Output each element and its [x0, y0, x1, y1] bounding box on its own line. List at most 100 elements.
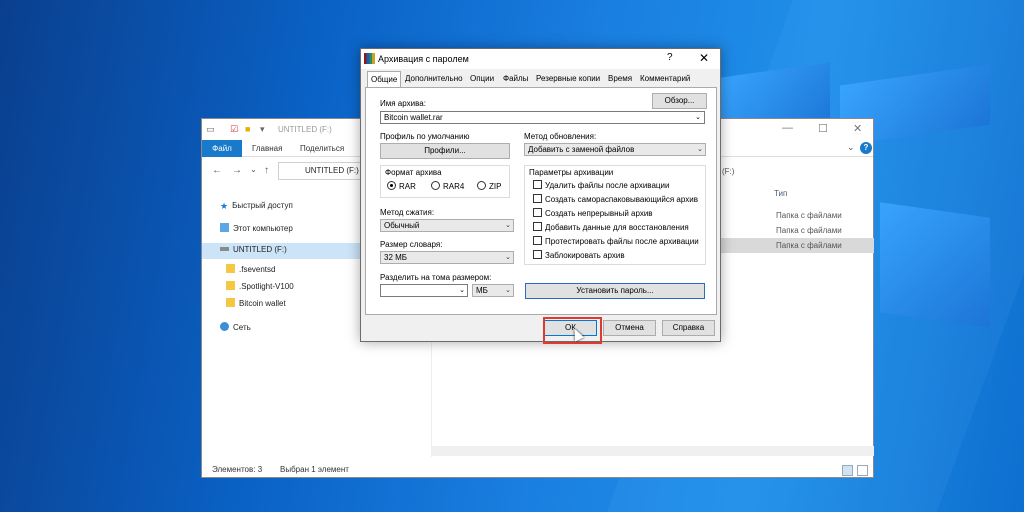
address-right-label: (F:)	[722, 167, 735, 176]
type-cell: Папка с файлами	[776, 241, 842, 250]
dictionary-select[interactable]: 32 МБ ⌄	[380, 251, 514, 264]
tab-backup[interactable]: Резервные копии	[536, 74, 600, 87]
help-icon[interactable]: ?	[860, 142, 872, 154]
param-label: Удалить файлы после архивации	[545, 181, 670, 190]
sidebar-item-folder[interactable]: .fseventsd	[226, 264, 275, 274]
archive-params-group: Параметры архивации Удалить файлы после …	[524, 165, 706, 265]
delete-files-checkbox[interactable]	[533, 180, 542, 189]
chevron-down-icon[interactable]: ⌄	[695, 112, 701, 123]
general-panel: Имя архива: Обзор... Bitcoin wallet.rar …	[365, 87, 717, 315]
up-icon[interactable]: ↑	[264, 165, 269, 176]
sidebar-item-quick-access[interactable]: ★ Быстрый доступ	[220, 201, 293, 211]
maximize-icon[interactable]: ☐	[818, 122, 828, 135]
tab-file[interactable]: Файл	[202, 140, 242, 157]
tab-general[interactable]: Общие	[367, 71, 402, 88]
param-label: Создать самораспаковывающийся архив	[545, 195, 698, 204]
folder-icon	[226, 264, 235, 273]
chevron-down-icon: ⌄	[505, 287, 511, 294]
sidebar-item-this-pc[interactable]: Этот компьютер	[220, 223, 293, 233]
computer-icon	[220, 223, 229, 232]
sfx-checkbox[interactable]	[533, 194, 542, 203]
chevron-down-icon[interactable]: ⌄	[250, 165, 257, 174]
archive-format-label: Формат архива	[385, 168, 442, 177]
status-item-count: Элементов: 3	[212, 465, 263, 474]
column-header-type[interactable]: Тип	[774, 189, 787, 198]
chevron-down-icon[interactable]: ⌄	[459, 285, 465, 296]
compression-select[interactable]: Обычный ⌄	[380, 219, 514, 232]
help-icon[interactable]: ?	[667, 52, 673, 63]
format-rar4-label: RAR4	[443, 182, 465, 191]
tab-comment[interactable]: Комментарий	[640, 74, 690, 87]
large-icons-view-icon[interactable]	[857, 465, 868, 476]
type-cell: Папка с файлами	[776, 211, 842, 220]
dialog-titlebar: Архивация с паролем ? ✕	[361, 49, 720, 69]
help-button[interactable]: Справка	[662, 320, 715, 336]
dialog-tabs: Общие Дополнительно Опции Файлы Резервны…	[365, 71, 717, 88]
new-folder-icon[interactable]: ■	[245, 124, 250, 134]
archive-format-group: Формат архива RAR RAR4 ZIP	[380, 165, 510, 198]
sidebar-item-folder[interactable]: Bitcoin wallet	[226, 298, 286, 308]
sidebar-item-folder[interactable]: .Spotlight-V100	[226, 281, 294, 291]
chevron-down-icon: ⌄	[505, 222, 511, 229]
update-method-label: Метод обновления:	[524, 132, 597, 141]
folder-icon	[226, 281, 235, 290]
properties-icon[interactable]: ☑	[230, 124, 238, 135]
drive-icon	[220, 247, 229, 251]
tab-time[interactable]: Время	[608, 74, 632, 87]
tab-advanced[interactable]: Дополнительно	[405, 74, 463, 87]
test-files-checkbox[interactable]	[533, 236, 542, 245]
winrar-icon	[364, 53, 375, 64]
format-rar-radio[interactable]	[387, 181, 396, 190]
format-rar4-radio[interactable]	[431, 181, 440, 190]
chevron-down-icon[interactable]: ▾	[260, 124, 265, 135]
folder-icon	[226, 298, 235, 307]
archive-name-label: Имя архива:	[380, 99, 426, 108]
star-icon: ★	[220, 201, 229, 211]
set-password-button[interactable]: Установить пароль...	[525, 283, 705, 299]
archive-params-label: Параметры архивации	[529, 168, 614, 177]
horizontal-scrollbar[interactable]	[431, 446, 874, 456]
forward-icon[interactable]: →	[232, 165, 242, 176]
format-rar-label: RAR	[399, 182, 416, 191]
minimize-icon[interactable]: —	[782, 122, 793, 134]
archive-dialog: Архивация с паролем ? ✕ Общие Дополнител…	[360, 48, 721, 342]
browse-button[interactable]: Обзор...	[652, 93, 707, 109]
details-view-icon[interactable]	[842, 465, 853, 476]
dialog-title: Архивация с паролем	[378, 54, 469, 64]
drive-icon: ▭	[206, 124, 215, 134]
sidebar-item-drive[interactable]: UNTITLED (F:)	[220, 245, 287, 254]
param-label: Добавить данные для восстановления	[545, 223, 689, 232]
status-selected: Выбран 1 элемент	[280, 465, 349, 474]
close-icon[interactable]: ✕	[853, 122, 862, 135]
archive-name-input[interactable]: Bitcoin wallet.rar ⌄	[380, 111, 705, 124]
tab-files[interactable]: Файлы	[503, 74, 528, 87]
split-size-input[interactable]: ⌄	[380, 284, 468, 297]
chevron-down-icon[interactable]: ⌄	[847, 142, 855, 153]
windows-logo-pane	[880, 202, 990, 328]
address-input[interactable]: UNTITLED (F:)	[278, 162, 364, 180]
status-bar: Элементов: 3 Выбран 1 элемент	[202, 461, 873, 478]
chevron-down-icon: ⌄	[505, 254, 511, 261]
format-zip-radio[interactable]	[477, 181, 486, 190]
recovery-checkbox[interactable]	[533, 222, 542, 231]
param-label: Протестировать файлы после архивации	[545, 237, 699, 246]
tab-options[interactable]: Опции	[470, 74, 494, 87]
explorer-title: UNTITLED (F:)	[278, 125, 332, 134]
cancel-button[interactable]: Отмена	[603, 320, 656, 336]
split-label: Разделить на тома размером:	[380, 273, 492, 282]
solid-checkbox[interactable]	[533, 208, 542, 217]
dictionary-label: Размер словаря:	[380, 240, 443, 249]
split-unit-select[interactable]: МБ ⌄	[472, 284, 514, 297]
tab-share[interactable]: Поделиться	[300, 144, 344, 153]
close-icon[interactable]: ✕	[699, 51, 709, 65]
format-zip-label: ZIP	[489, 182, 502, 191]
param-label: Заблокировать архив	[545, 251, 625, 260]
profiles-button[interactable]: Профили...	[380, 143, 510, 159]
lock-archive-checkbox[interactable]	[533, 250, 542, 259]
param-label: Создать непрерывный архив	[545, 209, 653, 218]
sidebar-item-network[interactable]: Сеть	[220, 322, 251, 332]
tab-home[interactable]: Главная	[252, 144, 282, 153]
type-cell: Папка с файлами	[776, 226, 842, 235]
back-icon[interactable]: ←	[212, 165, 222, 176]
update-method-select[interactable]: Добавить с заменой файлов ⌄	[524, 143, 706, 156]
